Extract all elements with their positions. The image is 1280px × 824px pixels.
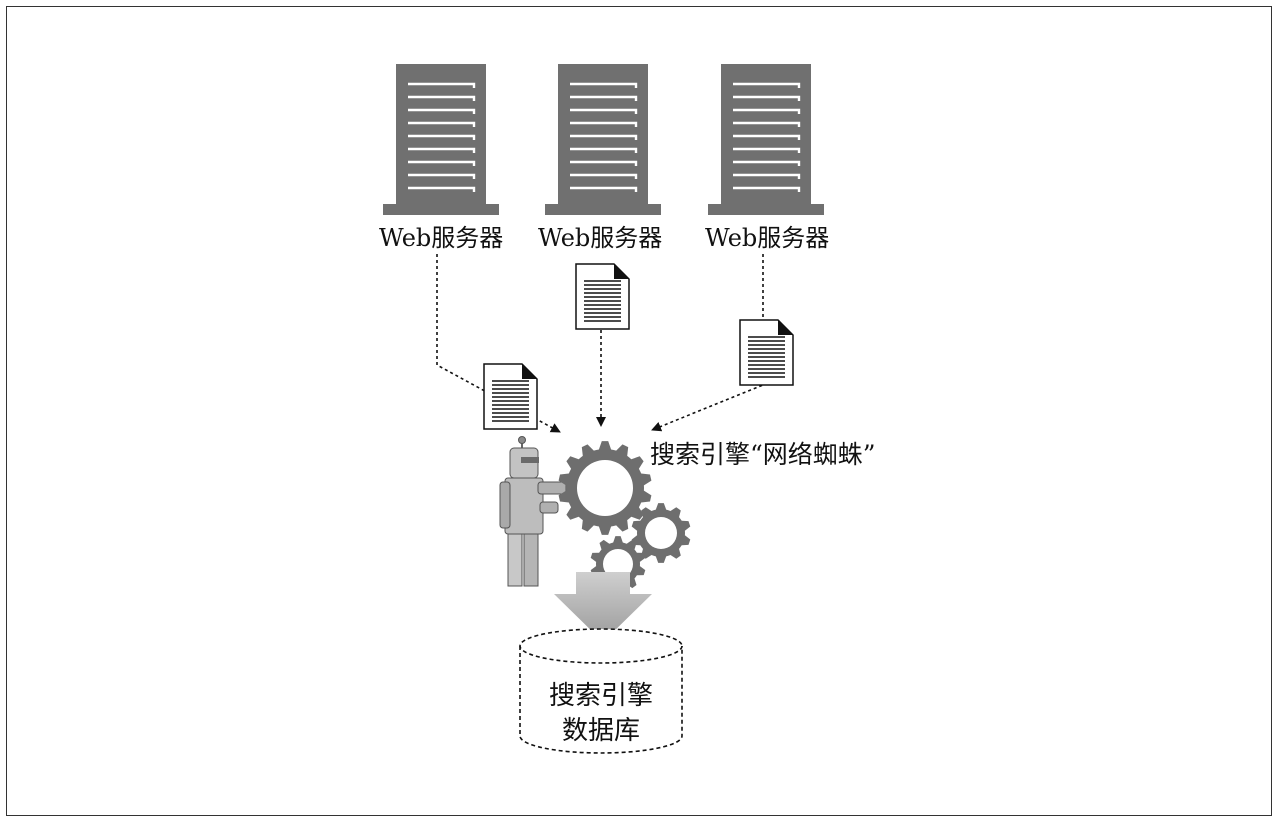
document-icon (483, 363, 538, 430)
robot-icon (499, 436, 567, 587)
server-icon (381, 62, 501, 217)
server-icon (543, 62, 663, 217)
server-label: Web服务器 (705, 224, 830, 252)
database-label-line1: 搜索引擎 (549, 681, 654, 711)
document-icon (575, 263, 630, 330)
database-label-line2: 数据库 (562, 716, 641, 746)
server-label: Web服务器 (379, 224, 504, 252)
document-icon (739, 319, 794, 386)
server-icon (706, 62, 826, 217)
crawler-label: 搜索引擎“网络蜘蛛” (650, 440, 876, 469)
server-label: Web服务器 (538, 224, 663, 252)
gear-shape (558, 441, 652, 535)
